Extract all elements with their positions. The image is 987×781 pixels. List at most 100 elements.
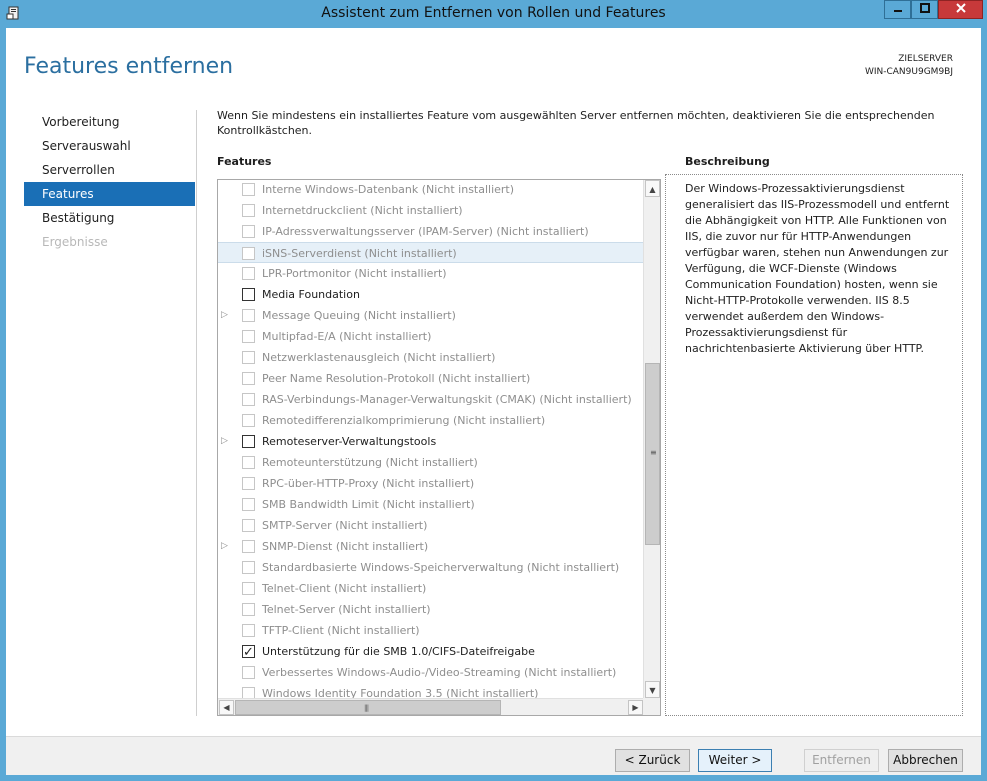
feature-label: Internetdruckclient (Nicht installiert) bbox=[262, 204, 463, 217]
feature-row[interactable]: IP-Adressverwaltungsserver (IPAM-Server)… bbox=[218, 221, 643, 242]
window-title: Assistent zum Entfernen von Rollen und F… bbox=[321, 5, 666, 21]
feature-checkbox bbox=[242, 540, 255, 553]
feature-row[interactable]: ▷ Remoteserver-Verwaltungstools bbox=[218, 431, 643, 452]
vertical-scrollbar[interactable]: ▲ ≡ ▼ bbox=[643, 180, 660, 698]
horizontal-scroll-thumb[interactable]: ||| bbox=[235, 700, 501, 715]
feature-checkbox bbox=[242, 247, 255, 260]
features-list: Interne Windows-Datenbank (Nicht install… bbox=[218, 180, 643, 704]
feature-checkbox[interactable]: ✓ bbox=[242, 645, 255, 660]
feature-row[interactable]: Multipfad-E/A (Nicht installiert) bbox=[218, 326, 643, 347]
feature-row[interactable]: SMTP-Server (Nicht installiert) bbox=[218, 515, 643, 536]
feature-row[interactable]: Peer Name Resolution-Protokoll (Nicht in… bbox=[218, 368, 643, 389]
expand-arrow-icon[interactable]: ▷ bbox=[221, 536, 231, 557]
feature-row[interactable]: Internetdruckclient (Nicht installiert) bbox=[218, 200, 643, 221]
feature-checkbox bbox=[242, 309, 255, 322]
feature-row[interactable]: iSNS-Serverdienst (Nicht installiert) bbox=[218, 242, 643, 263]
back-button[interactable]: < Zurück bbox=[615, 749, 690, 772]
feature-checkbox[interactable] bbox=[242, 288, 255, 301]
nav-item-ergebnisse: Ergebnisse bbox=[42, 235, 108, 249]
page-title: Features entfernen bbox=[24, 54, 234, 79]
feature-row[interactable]: Telnet-Client (Nicht installiert) bbox=[218, 578, 643, 599]
feature-checkbox bbox=[242, 456, 255, 469]
intro-text: Wenn Sie mindestens ein installiertes Fe… bbox=[217, 109, 935, 137]
nav-item-vorbereitung[interactable]: Vorbereitung bbox=[24, 110, 195, 134]
feature-label: TFTP-Client (Nicht installiert) bbox=[262, 624, 420, 637]
next-button[interactable]: Weiter > bbox=[698, 749, 772, 772]
close-button[interactable] bbox=[938, 0, 983, 19]
scroll-right-icon[interactable]: ▶ bbox=[628, 700, 643, 715]
feature-row[interactable]: RPC-über-HTTP-Proxy (Nicht installiert) bbox=[218, 473, 643, 494]
nav-divider bbox=[196, 110, 197, 716]
feature-label: Peer Name Resolution-Protokoll (Nicht in… bbox=[262, 372, 531, 385]
feature-checkbox bbox=[242, 519, 255, 532]
vertical-scroll-thumb[interactable]: ≡ bbox=[645, 363, 660, 545]
feature-checkbox bbox=[242, 330, 255, 343]
feature-checkbox bbox=[242, 477, 255, 490]
description-heading: Beschreibung bbox=[685, 155, 770, 168]
feature-row[interactable]: Remoteunterstützung (Nicht installiert) bbox=[218, 452, 643, 473]
feature-label: Media Foundation bbox=[262, 288, 360, 301]
feature-checkbox bbox=[242, 183, 255, 196]
feature-row[interactable]: Standardbasierte Windows-Speicherverwalt… bbox=[218, 557, 643, 578]
description-text: Der Windows-Prozessaktivierungsdienst ge… bbox=[685, 182, 950, 355]
feature-row[interactable]: Interne Windows-Datenbank (Nicht install… bbox=[218, 180, 643, 200]
feature-checkbox bbox=[242, 603, 255, 616]
feature-label: Interne Windows-Datenbank (Nicht install… bbox=[262, 183, 515, 196]
feature-row[interactable]: TFTP-Client (Nicht installiert) bbox=[218, 620, 643, 641]
nav-item-serverauswahl[interactable]: Serverauswahl bbox=[24, 134, 195, 158]
scrollbar-corner bbox=[643, 698, 660, 715]
feature-row[interactable]: Media Foundation bbox=[218, 284, 643, 305]
nav-item-serverrollen[interactable]: Serverrollen bbox=[24, 158, 195, 182]
feature-row[interactable]: ✓ Unterstützung für die SMB 1.0/CIFS-Date… bbox=[218, 641, 643, 662]
feature-label: RAS-Verbindungs-Manager-Verwaltungskit (… bbox=[262, 393, 632, 406]
feature-row[interactable]: ▷ SNMP-Dienst (Nicht installiert) bbox=[218, 536, 643, 557]
target-server-name: WIN-CAN9U9GM9BJ bbox=[864, 67, 953, 77]
features-heading: Features bbox=[217, 155, 272, 168]
feature-label: LPR-Portmonitor (Nicht installiert) bbox=[262, 267, 447, 280]
window-titlebar[interactable]: Assistent zum Entfernen von Rollen und F… bbox=[0, 0, 987, 28]
feature-label: Remoteserver-Verwaltungstools bbox=[262, 435, 437, 448]
maximize-button[interactable] bbox=[911, 0, 938, 19]
nav-item-features[interactable]: Features bbox=[24, 182, 195, 206]
feature-checkbox bbox=[242, 204, 255, 217]
feature-row[interactable]: Verbessertes Windows-Audio-/Video-Stream… bbox=[218, 662, 643, 683]
feature-label: Standardbasierte Windows-Speicherverwalt… bbox=[262, 561, 620, 574]
target-server-info: ZIELSERVER WIN-CAN9U9GM9BJ bbox=[865, 53, 953, 79]
scroll-down-icon[interactable]: ▼ bbox=[645, 681, 660, 698]
features-tree[interactable]: Interne Windows-Datenbank (Nicht install… bbox=[217, 179, 661, 716]
target-server-label: ZIELSERVER bbox=[898, 54, 953, 64]
feature-label: SMB Bandwidth Limit (Nicht installiert) bbox=[262, 498, 475, 511]
feature-checkbox bbox=[242, 561, 255, 574]
scroll-up-icon[interactable]: ▲ bbox=[645, 180, 660, 197]
feature-row[interactable]: LPR-Portmonitor (Nicht installiert) bbox=[218, 263, 643, 284]
feature-label: SNMP-Dienst (Nicht installiert) bbox=[262, 540, 429, 553]
feature-checkbox bbox=[242, 582, 255, 595]
feature-label: Multipfad-E/A (Nicht installiert) bbox=[262, 330, 432, 343]
scroll-left-icon[interactable]: ◀ bbox=[219, 700, 234, 715]
expand-arrow-icon[interactable]: ▷ bbox=[221, 305, 231, 326]
expand-arrow-icon[interactable]: ▷ bbox=[221, 431, 231, 452]
feature-checkbox bbox=[242, 225, 255, 238]
minimize-icon bbox=[893, 3, 903, 16]
feature-row[interactable]: Remotedifferenzialkomprimierung (Nicht i… bbox=[218, 410, 643, 431]
horizontal-scrollbar[interactable]: ◀ ||| ▶ bbox=[218, 698, 643, 715]
feature-checkbox bbox=[242, 498, 255, 511]
close-icon bbox=[955, 2, 967, 17]
minimize-button[interactable] bbox=[884, 0, 911, 19]
feature-checkbox bbox=[242, 372, 255, 385]
feature-row[interactable]: Telnet-Server (Nicht installiert) bbox=[218, 599, 643, 620]
cancel-button[interactable]: Abbrechen bbox=[888, 749, 963, 772]
feature-label: Telnet-Server (Nicht installiert) bbox=[262, 603, 431, 616]
feature-row[interactable]: SMB Bandwidth Limit (Nicht installiert) bbox=[218, 494, 643, 515]
wizard-navigation: Vorbereitung Serverauswahl Serverrollen … bbox=[24, 110, 195, 254]
feature-row[interactable]: Netzwerklastenausgleich (Nicht installie… bbox=[218, 347, 643, 368]
feature-checkbox bbox=[242, 624, 255, 637]
feature-row[interactable]: ▷ Message Queuing (Nicht installiert) bbox=[218, 305, 643, 326]
feature-label: RPC-über-HTTP-Proxy (Nicht installiert) bbox=[262, 477, 475, 490]
feature-checkbox[interactable] bbox=[242, 435, 255, 448]
checkmark-icon: ✓ bbox=[243, 645, 254, 660]
nav-item-bestaetigung[interactable]: Bestätigung bbox=[24, 206, 195, 230]
feature-label: Remoteunterstützung (Nicht installiert) bbox=[262, 456, 478, 469]
feature-row[interactable]: RAS-Verbindungs-Manager-Verwaltungskit (… bbox=[218, 389, 643, 410]
remove-button: Entfernen bbox=[804, 749, 879, 772]
